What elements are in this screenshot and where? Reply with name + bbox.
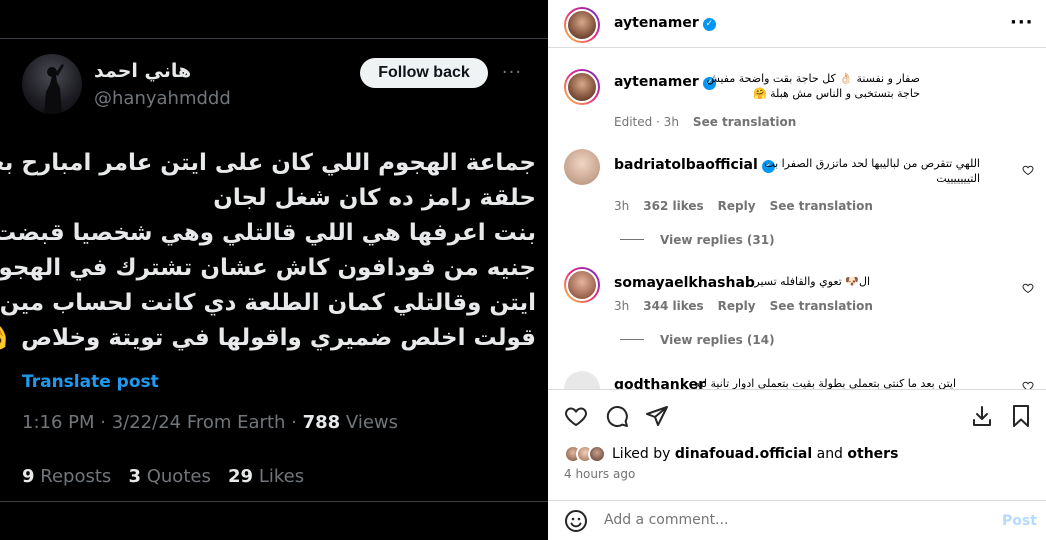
more-options-icon[interactable]: ··· bbox=[1010, 12, 1034, 33]
follow-back-button[interactable]: Follow back bbox=[360, 58, 488, 88]
see-translation-link[interactable]: See translation bbox=[693, 115, 796, 129]
liked-by-user[interactable]: dinafouad.official bbox=[675, 446, 812, 462]
quotes-stat[interactable]: 3 Quotes bbox=[128, 466, 210, 487]
caption-meta: Edited · 3h See translation bbox=[614, 115, 796, 129]
tweet-date[interactable]: 3/22/24 bbox=[112, 412, 181, 433]
comment-icon[interactable] bbox=[605, 404, 629, 428]
edited-time: Edited · 3h bbox=[614, 115, 679, 129]
caption-username[interactable]: aytenamer ✓ bbox=[614, 74, 716, 90]
comment: somayaelkhashab ال🐶 تعوي والقافله تسير bbox=[614, 272, 1024, 291]
tweet-avatar[interactable] bbox=[22, 54, 82, 114]
comment-avatar[interactable] bbox=[564, 371, 600, 389]
view-replies-button[interactable]: View replies (31) bbox=[620, 233, 775, 247]
likes-stat[interactable]: 29 Likes bbox=[228, 466, 304, 487]
post-button[interactable]: Post bbox=[1002, 513, 1037, 529]
like-comment-icon[interactable] bbox=[1022, 380, 1034, 389]
tweet-text-line: جماعة الهجوم اللي كان على ايتن عامر امبا… bbox=[0, 150, 536, 176]
post-time[interactable]: 4 hours ago bbox=[564, 467, 635, 481]
liker-avatar bbox=[588, 445, 606, 463]
reply-button[interactable]: Reply bbox=[718, 299, 756, 313]
comment-meta: 3h 362 likes Reply See translation bbox=[614, 199, 873, 213]
post-header: aytenamer ✓ ··· bbox=[548, 0, 1046, 48]
tweet-text: جماعة الهجوم اللي كان على ايتن عامر امبا… bbox=[0, 146, 536, 356]
comment-meta: 3h 344 likes Reply See translation bbox=[614, 299, 873, 313]
see-translation-link[interactable]: See translation bbox=[770, 299, 873, 313]
comment-likes[interactable]: 362 likes bbox=[643, 199, 703, 213]
comments-list[interactable]: aytenamer ✓ صفار و نفسنة 👌🏻 كل حاجة بقت و… bbox=[548, 49, 1046, 389]
caption-text: صفار و نفسنة 👌🏻 كل حاجة بقت واضحة مفيش ح… bbox=[706, 72, 920, 100]
tweet-handle[interactable]: @hanyahmddd bbox=[94, 88, 231, 109]
tweet-text-line: قولت اخلص ضميري واقولها في تويتة وخلاص 👌 bbox=[0, 325, 536, 351]
tweet-stats: 9 Reposts 3 Quotes 29 Likes bbox=[22, 466, 304, 487]
post-actions: Liked by dinafouad.official and others 4… bbox=[548, 389, 1046, 493]
comment-username[interactable]: badriatolbaofficial ✓ bbox=[614, 157, 775, 173]
add-comment-bar: Post bbox=[548, 500, 1046, 540]
comment-username[interactable]: somayaelkhashab bbox=[614, 275, 755, 291]
verified-icon: ✓ bbox=[702, 18, 716, 31]
comment-likes[interactable]: 344 likes bbox=[643, 299, 703, 313]
emoji-icon[interactable] bbox=[564, 509, 588, 533]
reposts-stat[interactable]: 9 Reposts bbox=[22, 466, 111, 487]
like-comment-icon[interactable] bbox=[1022, 282, 1034, 294]
tweet-time[interactable]: 1:16 PM bbox=[22, 412, 95, 433]
comment: godthanker ايتن بعد ما كنتي بتعملي بطولة… bbox=[614, 374, 1024, 389]
liked-by[interactable]: Liked by dinafouad.official and others bbox=[564, 444, 898, 464]
tweet-text-line: ايتن وقالتلي كمان الطلعة دي كانت لحساب م… bbox=[0, 290, 536, 316]
like-comment-icon[interactable] bbox=[1022, 164, 1034, 176]
see-translation-link[interactable]: See translation bbox=[770, 199, 873, 213]
bookmark-icon[interactable] bbox=[1009, 404, 1033, 428]
tweet-text-line: حلقة رامز ده كان شغل لجان bbox=[213, 185, 536, 211]
tweet-meta: 1:16 PM · 3/22/24 From Earth · 788 Views bbox=[22, 412, 398, 433]
instagram-post-panel: aytenamer ✓ ··· aytenamer ✓ صفار و نفسنة 👌… bbox=[548, 0, 1046, 540]
comment-text: ايتن بعد ما كنتي بتعملي بطولة بقيت بتعمل… bbox=[694, 377, 956, 389]
translate-post-link[interactable]: Translate post bbox=[22, 372, 159, 392]
comment-avatar[interactable] bbox=[564, 267, 600, 303]
comment: badriatolbaofficial ✓ اللهي تتقرص من لبال… bbox=[614, 154, 1024, 185]
comment-text: ال🐶 تعوي والقافله تسير bbox=[754, 275, 870, 288]
tweet-text-line: جنيه من فودافون كاش عشان تشترك في الهجوم… bbox=[0, 255, 536, 281]
download-icon[interactable] bbox=[970, 404, 994, 428]
heart-icon[interactable] bbox=[564, 404, 588, 428]
reply-button[interactable]: Reply bbox=[718, 199, 756, 213]
liked-by-others[interactable]: others bbox=[847, 446, 898, 462]
header-avatar[interactable] bbox=[564, 7, 600, 43]
tweet-text-line: بنت اعرفها هي اللي قالتلي وهي شخصيا قبضت… bbox=[0, 220, 536, 246]
view-replies-button[interactable]: View replies (14) bbox=[620, 333, 775, 347]
share-icon[interactable] bbox=[645, 404, 669, 428]
comment-text: اللهي تتقرص من لباليبها لحد ماتزرق الصفر… bbox=[764, 157, 980, 185]
tweet-display-name[interactable]: هاني احمد bbox=[94, 60, 191, 82]
add-comment-input[interactable] bbox=[604, 512, 984, 528]
caption-avatar[interactable] bbox=[564, 69, 600, 105]
views-count: 788 bbox=[302, 412, 341, 433]
tweet-source: From Earth bbox=[186, 412, 286, 433]
views-label: Views bbox=[345, 412, 398, 433]
comment-avatar[interactable] bbox=[564, 149, 600, 185]
tweet-screenshot: هاني احمد @hanyahmddd Follow back ··· جم… bbox=[0, 0, 548, 540]
header-username[interactable]: aytenamer ✓ bbox=[614, 15, 716, 31]
comment-username[interactable]: godthanker bbox=[614, 377, 705, 389]
more-options-icon[interactable]: ··· bbox=[500, 62, 524, 83]
caption: aytenamer ✓ صفار و نفسنة 👌🏻 كل حاجة بقت و… bbox=[614, 71, 1028, 100]
